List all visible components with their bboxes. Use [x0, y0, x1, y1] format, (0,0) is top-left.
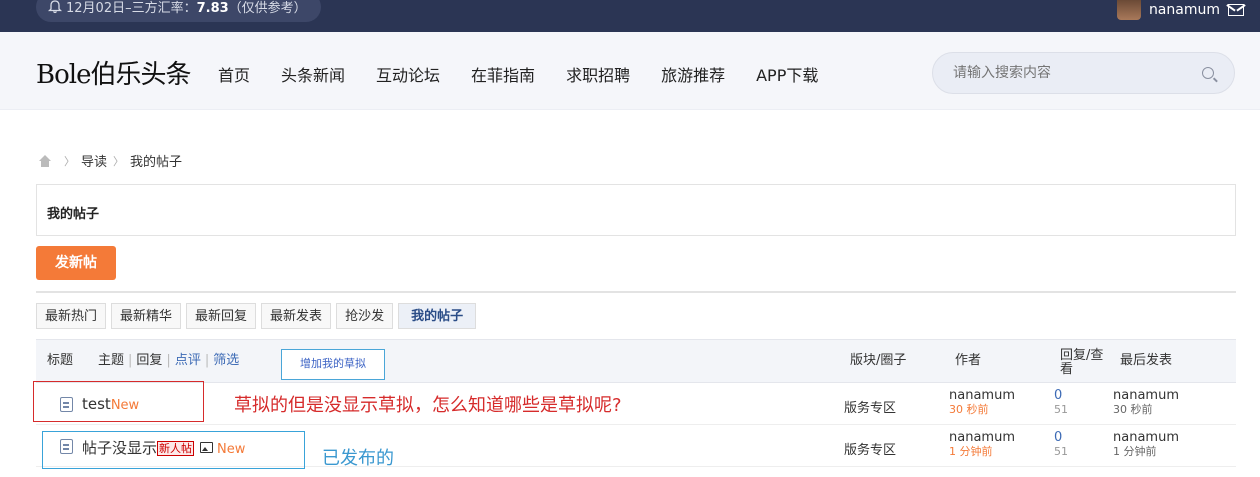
exchange-rate-notice: 12月02日–三方汇率：7.83（仅供参考）: [36, 0, 321, 22]
column-last-post: 最后发表: [1120, 353, 1173, 368]
thread-author: nanamum 30 秒前: [949, 389, 1015, 417]
breadcrumb-separator: 〉: [64, 154, 75, 168]
breadcrumb-my-posts[interactable]: 我的帖子: [130, 151, 182, 170]
table-row: testNew 版务专区 nanamum 30 秒前 0 51 nanamum …: [36, 383, 1236, 425]
bell-icon: [48, 0, 62, 14]
filter-review[interactable]: 点评: [175, 353, 201, 368]
column-forum: 版块/圈子: [850, 353, 907, 368]
thread-forum[interactable]: 版务专区: [844, 397, 896, 416]
thread-last-post: nanamum 30 秒前: [1113, 389, 1179, 417]
breadcrumb-separator: 〉: [113, 154, 125, 168]
author-name[interactable]: nanamum: [949, 430, 1015, 445]
filter-filter[interactable]: 筛选: [213, 353, 239, 368]
author-time: 1 分钟前: [949, 445, 993, 458]
thread-forum[interactable]: 版务专区: [844, 439, 896, 458]
reply-count[interactable]: 0: [1054, 389, 1068, 403]
nav-forum[interactable]: 互动论坛: [376, 62, 440, 86]
username[interactable]: nanamum: [1149, 2, 1220, 18]
post-tabs: 最新热门 最新精华 最新回复 最新发表 抢沙发 我的帖子: [36, 303, 477, 329]
top-bar: 12月02日–三方汇率：7.83（仅供参考） nanamum: [0, 0, 1260, 32]
site-header: Bole伯乐头条 首页 头条新闻 互动论坛 在菲指南 求职招聘 旅游推荐 APP…: [0, 32, 1260, 110]
nav-home[interactable]: 首页: [218, 62, 250, 86]
breadcrumb-guide[interactable]: 导读: [81, 151, 107, 170]
filter-subject[interactable]: 主题: [98, 353, 124, 368]
tab-sofa[interactable]: 抢沙发: [336, 303, 394, 329]
thread-counts: 0 51: [1054, 389, 1068, 417]
user-menu[interactable]: nanamum: [1116, 0, 1244, 20]
nav-headlines[interactable]: 头条新闻: [281, 62, 345, 86]
main-nav: 首页 头条新闻 互动论坛 在菲指南 求职招聘 旅游推荐 APP下载: [218, 62, 849, 86]
notice-prefix: 12月02日–三方汇率：: [66, 1, 197, 16]
new-post-button[interactable]: 发新帖: [36, 246, 116, 280]
nav-travel[interactable]: 旅游推荐: [661, 62, 725, 86]
nav-app-download[interactable]: APP下载: [756, 62, 818, 86]
last-post-user[interactable]: nanamum: [1113, 388, 1179, 403]
annotation-blue-note: 已发布的: [322, 448, 394, 469]
nav-guide[interactable]: 在菲指南: [471, 62, 535, 86]
annotation-red-box: [33, 381, 204, 422]
search-input[interactable]: [953, 64, 1183, 80]
section-title: 我的帖子: [47, 207, 100, 222]
search-box: [932, 52, 1235, 94]
search-icon[interactable]: [1202, 67, 1214, 79]
author-time: 30 秒前: [949, 403, 989, 416]
avatar[interactable]: [1116, 0, 1141, 20]
last-post-user[interactable]: nanamum: [1113, 430, 1179, 445]
last-post-time[interactable]: 30 秒前: [1113, 403, 1179, 417]
thread-last-post: nanamum 1 分钟前: [1113, 431, 1179, 459]
annotation-blue-box: [42, 431, 305, 469]
home-icon[interactable]: [38, 154, 52, 167]
nav-jobs[interactable]: 求职招聘: [566, 62, 630, 86]
divider: [36, 291, 1236, 293]
author-name[interactable]: nanamum: [949, 388, 1015, 403]
tab-latest-reply[interactable]: 最新回复: [186, 303, 257, 329]
view-count: 51: [1054, 403, 1068, 416]
filter-links: 主题 | 回复 | 点评 | 筛选: [98, 353, 240, 368]
column-replies-views: 回复/查看: [1060, 348, 1104, 377]
notice-rate: 7.83: [196, 1, 229, 16]
column-author: 作者: [955, 353, 982, 368]
last-post-time[interactable]: 1 分钟前: [1113, 445, 1179, 459]
thread-author: nanamum 1 分钟前: [949, 431, 1015, 459]
tab-latest-featured[interactable]: 最新精华: [111, 303, 182, 329]
table-header: 标题 主题 | 回复 | 点评 | 筛选 增加我的草拟 版块/圈子 作者 回复/查看 最后发…: [36, 339, 1236, 383]
site-logo[interactable]: Bole伯乐头条: [36, 54, 191, 91]
mail-icon[interactable]: [1228, 4, 1244, 16]
notice-suffix: （仅供参考）: [228, 1, 307, 16]
tab-latest-hot[interactable]: 最新热门: [36, 303, 107, 329]
annotation-red-note: 草拟的但是没显示草拟，怎么知道哪些是草拟呢?: [234, 395, 622, 416]
tab-latest-posted[interactable]: 最新发表: [261, 303, 332, 329]
tab-my-posts[interactable]: 我的帖子: [398, 303, 477, 329]
view-count: 51: [1054, 445, 1068, 458]
column-title: 标题: [47, 353, 74, 368]
thread-counts: 0 51: [1054, 431, 1068, 459]
add-draft-button[interactable]: 增加我的草拟: [281, 349, 385, 380]
breadcrumb: 〉 导读 〉 我的帖子: [38, 151, 182, 170]
filter-reply[interactable]: 回复: [136, 353, 162, 368]
reply-count[interactable]: 0: [1054, 431, 1068, 445]
section-title-box: 我的帖子: [36, 184, 1236, 236]
